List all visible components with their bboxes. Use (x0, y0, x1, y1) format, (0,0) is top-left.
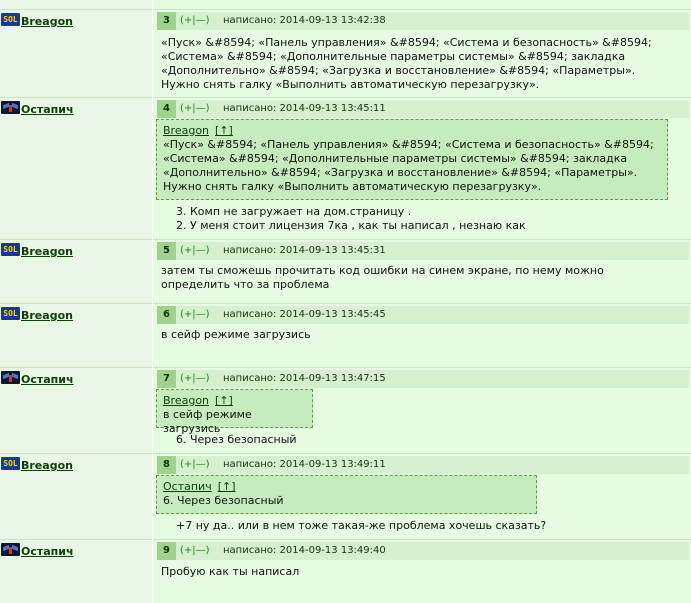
rating-controls[interactable]: (+|—) (180, 245, 210, 256)
forum-post: SOL Breagon 3 (+|—) написано: 2014-09-13… (0, 10, 691, 98)
author-link[interactable]: Остапич (21, 103, 74, 116)
author-link[interactable]: Остапич (21, 545, 74, 558)
post-number[interactable]: 7 (157, 370, 176, 388)
quote-author-link[interactable]: Breagon (163, 394, 209, 407)
author-column (0, 98, 152, 240)
quote-block: Остапич [↑] 6. Через безопасный (156, 475, 537, 514)
author-link[interactable]: Breagon (21, 15, 73, 28)
post-timestamp: написано: 2014-09-13 13:45:11 (223, 103, 386, 114)
avatar: SOL (1, 13, 20, 26)
forum-post: Остапич 7 (+|—) написано: 2014-09-13 13:… (0, 368, 691, 454)
reply-text: 2. У меня стоит лицензия 7ка , как ты на… (176, 219, 526, 232)
post-timestamp: написано: 2014-09-13 13:49:11 (223, 459, 386, 470)
post-number[interactable]: 3 (157, 12, 176, 30)
rating-controls[interactable]: (+|—) (180, 373, 210, 384)
forum-post: Остапич 4 (+|—) написано: 2014-09-13 13:… (0, 98, 691, 240)
post-timestamp: написано: 2014-09-13 13:45:31 (223, 245, 386, 256)
quote-jump-link[interactable]: [↑] (215, 124, 233, 137)
quote-jump-link[interactable]: [↑] (218, 480, 236, 493)
post-header: 9 (+|—) написано: 2014-09-13 13:49:40 (157, 542, 689, 560)
reply-text: 6. Через безопасный (176, 433, 297, 446)
previous-post-fragment (0, 0, 691, 10)
reply-text: +7 ну да.. или в нем тоже такая-же пробл… (176, 519, 547, 532)
post-body: затем ты сможешь прочитать код ошибки на… (161, 264, 604, 291)
post-number[interactable]: 5 (157, 242, 176, 260)
author-column (0, 0, 152, 10)
author-link[interactable]: Breagon (21, 245, 73, 258)
post-number[interactable]: 4 (157, 100, 176, 118)
post-body: Пробую как ты написал (161, 565, 300, 578)
post-header: 8 (+|—) написано: 2014-09-13 13:49:11 (157, 456, 689, 474)
reply-text: 3. Комп не загружает на дом.страницу . (176, 205, 412, 218)
post-body: в сейф режиме загрузись (161, 328, 311, 341)
post-timestamp: написано: 2014-09-13 13:47:15 (223, 373, 386, 384)
avatar: SOL (1, 243, 20, 256)
rating-controls[interactable]: (+|—) (180, 309, 210, 320)
post-body: «Пуск» &#8594; «Панель управления» &#859… (161, 36, 652, 91)
avatar (1, 101, 20, 114)
post-number[interactable]: 9 (157, 542, 176, 560)
quote-text: в сейф режиме загрузись (163, 408, 252, 435)
quote-text: «Пуск» &#8594; «Панель управления» &#859… (163, 138, 654, 193)
quote-text: 6. Через безопасный (163, 494, 284, 507)
post-header: 5 (+|—) написано: 2014-09-13 13:45:31 (157, 242, 689, 260)
post-header: 3 (+|—) написано: 2014-09-13 13:42:38 (157, 12, 689, 30)
quote-jump-link[interactable]: [↑] (215, 394, 233, 407)
post-timestamp: написано: 2014-09-13 13:42:38 (223, 15, 386, 26)
avatar (1, 543, 20, 556)
quote-block: Breagon [↑] в сейф режиме загрузись (156, 389, 313, 435)
post-number[interactable]: 6 (157, 306, 176, 324)
post-header: 7 (+|—) написано: 2014-09-13 13:47:15 (157, 370, 689, 388)
quote-author-link[interactable]: Breagon (163, 124, 209, 137)
author-link[interactable]: Остапич (21, 373, 74, 386)
post-header: 6 (+|—) написано: 2014-09-13 13:45:45 (157, 306, 689, 324)
post-timestamp: написано: 2014-09-13 13:45:45 (223, 309, 386, 320)
quote-author-link[interactable]: Остапич (163, 480, 212, 493)
forum-thread: SOL Breagon 3 (+|—) написано: 2014-09-13… (0, 0, 691, 603)
message-column (153, 0, 691, 10)
post-timestamp: написано: 2014-09-13 13:49:40 (223, 545, 386, 556)
author-link[interactable]: Breagon (21, 309, 73, 322)
post-header: 4 (+|—) написано: 2014-09-13 13:45:11 (157, 100, 689, 118)
avatar: SOL (1, 307, 20, 320)
avatar: SOL (1, 457, 20, 470)
forum-post: SOL Breagon 5 (+|—) написано: 2014-09-13… (0, 240, 691, 304)
rating-controls[interactable]: (+|—) (180, 459, 210, 470)
author-link[interactable]: Breagon (21, 459, 73, 472)
quote-block: Breagon [↑] «Пуск» &#8594; «Панель управл… (156, 119, 668, 200)
avatar (1, 371, 20, 384)
rating-controls[interactable]: (+|—) (180, 15, 210, 26)
rating-controls[interactable]: (+|—) (180, 545, 210, 556)
forum-post: SOL Breagon 6 (+|—) написано: 2014-09-13… (0, 304, 691, 368)
post-number[interactable]: 8 (157, 456, 176, 474)
forum-post: SOL Breagon 8 (+|—) написано: 2014-09-13… (0, 454, 691, 540)
rating-controls[interactable]: (+|—) (180, 103, 210, 114)
forum-post: Остапич 9 (+|—) написано: 2014-09-13 13:… (0, 540, 691, 603)
